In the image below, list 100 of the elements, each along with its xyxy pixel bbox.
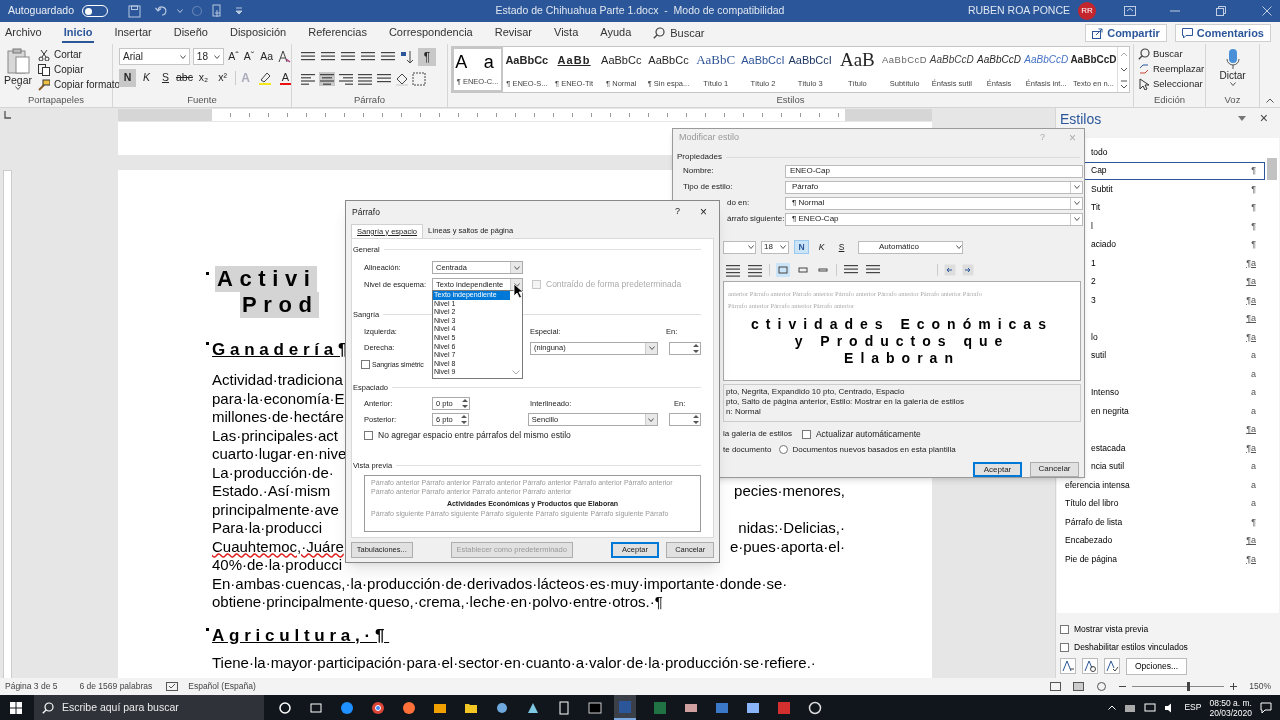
close-button[interactable]: × (700, 206, 707, 218)
help-button[interactable]: ? (674, 205, 680, 219)
style-list-item[interactable]: Título del libro a (1057, 494, 1265, 513)
print-layout-icon[interactable] (1073, 682, 1085, 691)
menu-tab[interactable]: Correspondencia (386, 23, 475, 43)
tab-selector-icon[interactable] (4, 111, 12, 119)
dialog-button[interactable]: Cancelar (1030, 461, 1079, 477)
grow-font-button[interactable]: Aˆ (227, 48, 240, 65)
sort-icon[interactable] (400, 50, 414, 64)
zoom-out-icon[interactable] (1119, 683, 1127, 690)
undo-icon[interactable] (155, 5, 169, 17)
format-button[interactable]: abc (176, 69, 193, 87)
close-icon[interactable] (1262, 6, 1272, 16)
keyboard-language[interactable]: ESP (1184, 701, 1202, 714)
font-size-field[interactable]: 18 (761, 240, 789, 254)
zoom-level[interactable]: 150% (1249, 680, 1271, 693)
style-list-item[interactable]: Pie de página ¶a (1057, 550, 1265, 569)
search-button[interactable]: Buscar (651, 23, 707, 43)
editing-action[interactable]: Seleccionar (1138, 78, 1203, 90)
task-view-icon[interactable] (309, 700, 323, 715)
change-case-button[interactable]: Aa (258, 48, 275, 65)
windows-start-icon[interactable] (10, 701, 22, 714)
checkbox-option[interactable]: No agregar espacio entre párrafos del mismo estilo (364, 429, 701, 442)
cortana-icon[interactable] (278, 700, 292, 715)
proofing-icon[interactable] (166, 682, 179, 691)
zoom-in-icon[interactable] (1230, 683, 1238, 690)
dialog-button[interactable]: Aceptar (973, 461, 1022, 477)
format-button[interactable]: N (794, 240, 809, 254)
align-icon[interactable] (338, 72, 354, 86)
shading-icon[interactable] (395, 72, 409, 86)
format-button[interactable]: S (157, 69, 174, 87)
taskbar-clock[interactable]: 08:50 a. m. 20/03/2020 (1209, 697, 1252, 718)
spin-field[interactable] (669, 341, 701, 355)
format-button[interactable]: K (138, 69, 155, 87)
window-app-icon[interactable] (746, 700, 760, 715)
align-icon[interactable] (319, 72, 335, 86)
menu-tab[interactable]: Ayuda (598, 23, 634, 43)
shrink-font-button[interactable]: Aˇ (242, 48, 256, 65)
align-icon[interactable] (747, 263, 763, 277)
terminal-icon[interactable] (588, 700, 602, 715)
menu-tab[interactable]: Vista (552, 23, 581, 43)
editing-action[interactable]: Buscar (1138, 48, 1183, 60)
format-button[interactable]: N (119, 69, 136, 87)
focus-mode-icon[interactable] (1050, 682, 1062, 691)
menu-tab[interactable]: Diseño (171, 23, 210, 43)
edge-browser-icon[interactable] (340, 700, 354, 715)
app-icon[interactable] (808, 700, 822, 715)
format-button[interactable]: K (814, 240, 829, 254)
clipboard-action[interactable]: Cortar (38, 49, 121, 61)
menu-tab[interactable]: Disposición (227, 23, 289, 43)
ribbon-display-icon[interactable] (1124, 6, 1136, 16)
font-name-field[interactable]: Arial (119, 48, 190, 65)
checkbox-option[interactable]: Actualizar automáticamente (801, 428, 921, 441)
taskbar-search-field[interactable]: Escribe aquí para buscar (34, 695, 264, 720)
tray-app-icon[interactable] (1124, 702, 1137, 713)
menu-tab[interactable]: Referencias (306, 23, 369, 43)
calculator-icon[interactable] (557, 700, 571, 715)
style-inspector-icon[interactable] (1082, 658, 1098, 674)
user-avatar[interactable]: RR (1078, 2, 1096, 20)
checkbox-option[interactable]: Mostrar vista previa (1060, 623, 1280, 636)
chrome-browser-icon[interactable] (371, 700, 385, 715)
menu-tab[interactable]: Archivo (3, 23, 44, 43)
network-app-icon[interactable] (715, 700, 729, 715)
customize-toolbar-icon[interactable] (235, 7, 243, 15)
font-color-button[interactable]: A (280, 71, 291, 85)
scrollbar-thumb[interactable] (1267, 158, 1277, 180)
increase-indent-icon[interactable] (962, 264, 974, 276)
style-list-item[interactable]: eferencia intensa a (1057, 476, 1265, 495)
notifications-icon[interactable] (1260, 701, 1272, 714)
share-button[interactable]: Compartir (1085, 24, 1167, 42)
collapse-ribbon-icon[interactable] (1266, 98, 1274, 103)
save-icon[interactable] (128, 4, 141, 18)
firefox-browser-icon[interactable] (402, 700, 416, 715)
pdf-app-icon[interactable] (777, 700, 791, 715)
comments-button[interactable]: Comentarios (1174, 24, 1271, 42)
decrease-indent-icon[interactable] (944, 264, 956, 276)
new-style-icon[interactable] (1060, 658, 1076, 674)
web-layout-icon[interactable] (1096, 682, 1108, 691)
options-button[interactable]: Opciones... (1126, 657, 1187, 675)
text-field[interactable]: ENEO-Cap (785, 164, 1083, 178)
format-button[interactable]: S (834, 240, 849, 254)
network-icon[interactable] (1144, 702, 1157, 713)
editing-action[interactable]: Reemplazar (1138, 63, 1205, 75)
checkbox-option[interactable]: Deshabilitar estilos vinculados (1060, 640, 1280, 654)
align-icon[interactable] (357, 72, 373, 86)
style-list-item[interactable]: Párrafo de lista ¶ (1057, 513, 1265, 532)
paste-button[interactable]: Pegar (4, 48, 33, 94)
clipboard-action[interactable]: Copiar (38, 64, 121, 76)
menu-tab[interactable]: Insertar (112, 23, 154, 43)
format-button[interactable]: x₂ (195, 69, 212, 87)
align-icon[interactable] (300, 72, 316, 86)
select-field[interactable]: ¶ Normal (785, 196, 1083, 210)
radio-option[interactable]: Documentos nuevos basados en esta plantilla (779, 443, 956, 456)
font-name-field[interactable] (723, 240, 756, 254)
language-indicator[interactable]: Español (España) (188, 680, 256, 693)
select-field[interactable]: ¶ ENEO-Cap (785, 212, 1083, 226)
dictate-button[interactable]: Dictar (1219, 48, 1246, 94)
manage-styles-icon[interactable] (1104, 658, 1120, 674)
font-size-field[interactable]: 18 (192, 48, 225, 65)
pane-options-icon[interactable] (1237, 116, 1246, 121)
